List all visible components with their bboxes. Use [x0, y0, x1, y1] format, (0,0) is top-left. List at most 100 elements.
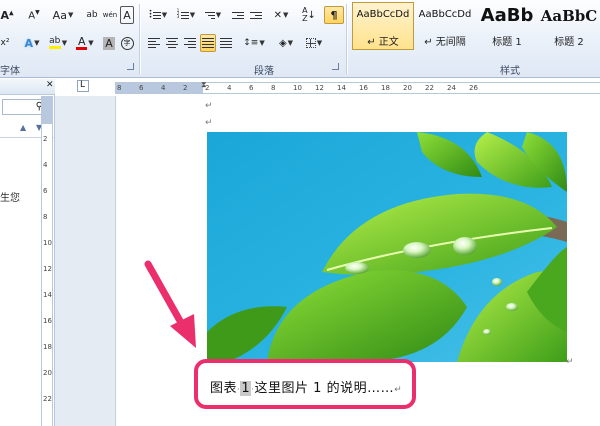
- chevron-down-icon: ▼: [287, 39, 294, 47]
- text-effect-button[interactable]: A ▼: [22, 34, 42, 52]
- char-shading-icon: A: [103, 36, 115, 50]
- style-normal[interactable]: AaBbCcDd ↵ 正文: [352, 2, 414, 50]
- ruler-tick-label: 20: [43, 369, 52, 377]
- ruler-tick-label: 22: [43, 395, 52, 403]
- enclose-char-button[interactable]: 字: [119, 34, 135, 52]
- styles-gallery: AaBbCcDd ↵ 正文 AaBbCcDd ↵ 无间隔 AaBb 标题 1 A…: [352, 2, 600, 56]
- font-color-icon: A: [76, 34, 88, 50]
- justify-icon: [202, 36, 214, 50]
- font-color-button[interactable]: A ▼: [73, 34, 97, 52]
- paragraph-group-label: 段落: [254, 66, 274, 77]
- paragraph-dialog-launcher-icon[interactable]: [332, 63, 339, 70]
- close-icon[interactable]: ✕: [46, 80, 54, 90]
- horizontal-ruler[interactable]: 8 6 4 2 2 4 6 8 10 12 14 16 18 20 22 24 26 ⧗: [115, 80, 600, 94]
- style-heading-1[interactable]: AaBb 标题 1: [476, 2, 538, 50]
- indent-icon: [250, 10, 262, 21]
- shrink-font-button[interactable]: A▼: [24, 6, 44, 24]
- paint-bucket-icon: ◈: [278, 37, 287, 49]
- line-spacing-button[interactable]: ↕≡ ▼: [242, 34, 266, 52]
- chevron-down-icon: ▼: [316, 39, 323, 47]
- indent-marker-icon[interactable]: ⧗: [201, 80, 207, 90]
- red-arrow-annotation: [144, 260, 196, 348]
- numbering-button[interactable]: 123 ▼: [174, 6, 198, 24]
- style-sample: AaBbCcDd: [356, 9, 410, 20]
- figure-caption[interactable]: 图表·1·这里图片 1 的说明……↵: [210, 377, 402, 396]
- bullet-list-icon: • • •: [149, 8, 161, 21]
- ruler-left-margin: [115, 83, 203, 93]
- caption-number-field[interactable]: 1: [240, 381, 252, 396]
- ruler-tick-label: 10: [293, 84, 302, 92]
- distributed-button[interactable]: [218, 34, 234, 52]
- chinese-layout-button[interactable]: ✕ ▼: [268, 6, 294, 24]
- ruler-tick-label: 8: [117, 84, 122, 92]
- align-right-icon: [184, 36, 196, 50]
- shading-button[interactable]: ◈ ▼: [274, 34, 298, 52]
- char-border-button[interactable]: A: [120, 6, 134, 24]
- paragraph-mark-icon: ↵: [205, 118, 213, 128]
- outdent-icon: [232, 10, 244, 21]
- chevron-up-icon[interactable]: ▲: [20, 123, 26, 132]
- borders-button[interactable]: ▼: [302, 34, 326, 52]
- change-case-label: Aa: [52, 8, 67, 22]
- chevron-down-icon: ▼: [259, 39, 265, 47]
- justify-button[interactable]: [200, 34, 216, 52]
- ruler-tick-label: 20: [403, 84, 412, 92]
- ruler-tick-label: 6: [249, 84, 254, 92]
- sort-button[interactable]: A Z ↓: [300, 6, 318, 24]
- font-dialog-launcher-icon[interactable]: [127, 63, 134, 70]
- align-left-icon: [148, 36, 160, 50]
- ruler-tick-label: 2: [43, 135, 48, 143]
- left-tab-icon: L: [80, 80, 86, 90]
- ruler-tick-label: 12: [315, 84, 324, 92]
- highlighter-icon: ab: [48, 37, 61, 49]
- ruler-tick-label: 14: [43, 291, 52, 299]
- paragraph-mark-icon: ¶: [330, 8, 338, 22]
- ruler-tick-label: 2: [183, 84, 188, 92]
- clear-format-button[interactable]: ab: [84, 6, 100, 24]
- align-left-button[interactable]: [146, 34, 162, 52]
- caption-text: 这里图片 1 的说明……: [254, 381, 395, 396]
- align-right-button[interactable]: [182, 34, 198, 52]
- leaf-waterdrop-photo[interactable]: [207, 132, 567, 362]
- char-shading-button[interactable]: A: [101, 34, 117, 52]
- chevron-down-icon: ▼: [34, 39, 40, 47]
- phonetic-guide-button[interactable]: wén: [102, 6, 118, 24]
- paragraph-mark-icon: ↵: [205, 101, 213, 111]
- multilevel-list-icon: [203, 10, 215, 21]
- chevron-down-icon: ▼: [161, 11, 168, 19]
- caption-label: 图表: [210, 381, 238, 396]
- decrease-indent-button[interactable]: [230, 6, 246, 24]
- clear-format-icon: ab: [86, 10, 98, 20]
- grow-font-button[interactable]: A▲: [0, 6, 14, 24]
- ruler-top-margin: [42, 96, 52, 124]
- style-name: 标题 2: [554, 37, 584, 48]
- photo-graphic: [207, 132, 567, 362]
- subscript-button[interactable]: x²: [0, 34, 10, 52]
- ruler-tick-label: 16: [43, 317, 52, 325]
- bullets-button[interactable]: • • • ▼: [146, 6, 170, 24]
- show-formatting-marks-button[interactable]: ¶: [324, 6, 344, 24]
- highlight-color-button[interactable]: ab ▼: [46, 34, 70, 52]
- change-case-button[interactable]: Aa ▼: [52, 6, 74, 24]
- ruler-tick-label: 4: [161, 84, 166, 92]
- align-center-button[interactable]: [164, 34, 180, 52]
- ruler-tick-label: 16: [359, 84, 368, 92]
- style-heading-2[interactable]: AaBbC 标题 2: [538, 2, 600, 50]
- tab-stop-selector[interactable]: L: [77, 80, 89, 92]
- chevron-down-icon: ▼: [88, 39, 94, 47]
- numbered-list-icon: 123: [177, 8, 189, 21]
- ruler-tick-label: 14: [337, 84, 346, 92]
- multilevel-list-button[interactable]: ▼: [200, 6, 224, 24]
- chevron-down-icon: ▼: [61, 39, 68, 47]
- ruler-tick-label: 24: [447, 84, 456, 92]
- vertical-ruler[interactable]: 2 4 6 8 10 12 14 16 18 20 22: [41, 96, 53, 426]
- ruler-tick-label: 18: [381, 84, 390, 92]
- superscript-icon: x²: [0, 38, 10, 48]
- style-no-spacing[interactable]: AaBbCcDd ↵ 无间隔: [414, 2, 476, 50]
- nav-pane-header: ✕: [0, 79, 55, 95]
- increase-indent-button[interactable]: [248, 6, 264, 24]
- group-separator: [346, 4, 347, 74]
- font-group-label: 字体: [0, 66, 20, 77]
- ribbon: A▲ A▼ Aa ▼ ab wén A x² A ▼ ab ▼ A ▼ A 字 字体: [0, 0, 600, 78]
- align-center-icon: [166, 36, 178, 50]
